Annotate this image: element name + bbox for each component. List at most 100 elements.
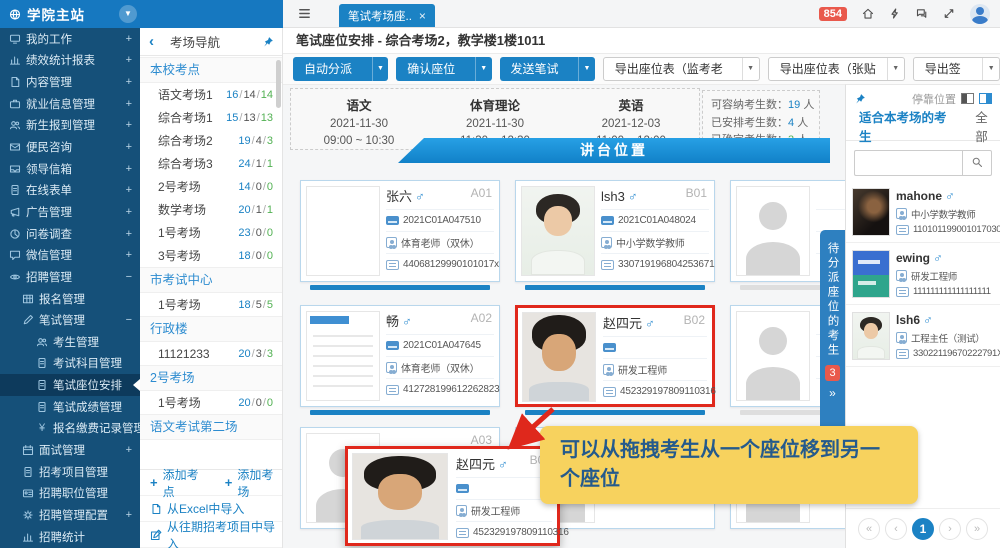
tab-fit-this-room[interactable]: 适合本考场的考生 [859, 107, 958, 145]
exam-card-icon [603, 343, 616, 352]
excel-file-icon [150, 503, 162, 515]
sidebar-item-content-mgmt[interactable]: 内容管理+ [0, 71, 140, 93]
room-item[interactable]: 综合考场219/4/3 [140, 129, 282, 152]
candidate-item-ewing[interactable]: ewing♂ 研发工程师 111111111111111111 [846, 243, 1000, 305]
file-icon [9, 76, 21, 88]
messages-icon[interactable] [916, 6, 928, 21]
sidebar-item-exam-subject-mgmt[interactable]: 考试科目管理 [0, 353, 140, 375]
room-item[interactable]: 综合考场115/13/13 [140, 106, 282, 129]
import-history-row[interactable]: 从往期招考项目中导入 [140, 522, 282, 548]
exam-card-icon [386, 216, 399, 225]
sidebar-item-exam-score-mgmt[interactable]: 笔试成绩管理 [0, 396, 140, 418]
sidebar-item-seat-arrangement[interactable]: 笔试座位安排 [0, 374, 140, 396]
male-icon: ♂ [645, 316, 655, 331]
room-item[interactable]: 1号考场20/0/0 [140, 391, 282, 414]
dock-right-icon[interactable] [979, 93, 992, 104]
dock-left-icon[interactable] [961, 93, 974, 104]
sidebar-item-recruit-position-mgmt[interactable]: 招聘职位管理 [0, 482, 140, 504]
notification-badge[interactable]: 854 [819, 7, 847, 21]
sidebar-item-payment-records[interactable]: ¥报名缴费记录管理 [0, 418, 140, 440]
page-first-button[interactable]: « [858, 518, 880, 540]
seat-card-a02[interactable]: A02 畅♂ 2021C01A047645 体育老师（双休） 412728199… [300, 305, 500, 415]
sidebar-item-freshman-registration[interactable]: 新生报到管理+ [0, 115, 140, 137]
candidate-name: 张六 [386, 189, 412, 204]
room-item[interactable]: 3号考场18/0/0 [140, 244, 282, 267]
room-item[interactable]: 2号考场14/0/0 [140, 175, 282, 198]
candidate-item-lsh6[interactable]: lsh6♂ 工程主任（测试） 33022119670222791X [846, 305, 1000, 367]
dragged-seat-card-b02[interactable]: B02 赵四元♂ 研发工程师 452329197809110316 [345, 446, 560, 546]
room-item[interactable]: 1号考场18/5/5 [140, 293, 282, 316]
sidebar-item-performance-reports[interactable]: 绩效统计报表+ [0, 50, 140, 72]
sidebar-item-employment-info[interactable]: 就业信息管理+ [0, 93, 140, 115]
page-last-button[interactable]: » [966, 518, 988, 540]
seat-card-b01[interactable]: B01 lsh3♂ 2021C01A048024 中小学数学教师 3307191… [515, 180, 715, 290]
job-icon [896, 270, 907, 281]
pin-icon[interactable] [854, 93, 866, 105]
mail-icon [9, 141, 21, 153]
sidebar-item-written-exam-mgmt[interactable]: 笔试管理− [0, 309, 140, 331]
page-next-button[interactable]: › [939, 518, 961, 540]
document-icon [36, 357, 48, 369]
pin-icon[interactable] [262, 36, 274, 48]
sidebar-item-my-work[interactable]: 我的工作+ [0, 28, 140, 50]
pending-candidates-tab[interactable]: 待分派座位的考生 3 » [820, 230, 845, 434]
room-item[interactable]: 语文考场116/14/14 [140, 83, 282, 106]
candidate-item-mahone[interactable]: mahone♂ 中小学数学教师 110101199001017030 [846, 181, 1000, 243]
idcard-icon [386, 260, 399, 270]
fullscreen-icon[interactable] [943, 6, 955, 21]
sidebar-item-candidate-mgmt[interactable]: 考生管理 [0, 331, 140, 353]
confirm-seats-button[interactable]: 确认座位安排▼ [396, 57, 491, 81]
search-button[interactable] [962, 150, 992, 176]
room-item[interactable]: 1号考场23/0/0 [140, 221, 282, 244]
export-invigilator-button[interactable]: 导出座位表（监考老师用）▼ [603, 57, 760, 81]
room-item[interactable]: 综合考场324/1/1 [140, 152, 282, 175]
sidebar-item-leader-mailbox[interactable]: 领导信箱+ [0, 158, 140, 180]
export-signin-button[interactable]: 导出签到表▼ [913, 57, 1000, 81]
sidebar-item-ads-mgmt[interactable]: 广告管理+ [0, 201, 140, 223]
sidebar-item-signup-mgmt[interactable]: 报名管理 [0, 288, 140, 310]
page-prev-button[interactable]: ‹ [885, 518, 907, 540]
auto-assign-button[interactable]: 自动分派考生▼ [293, 57, 388, 81]
export-post-button[interactable]: 导出座位表（张贴用）▼ [768, 57, 905, 81]
user-avatar[interactable] [970, 4, 990, 24]
idcard-icon [603, 387, 616, 397]
search-input[interactable] [854, 150, 962, 176]
open-tab[interactable]: 笔试考场座.. × [339, 4, 435, 27]
candidate-name: lsh3 [601, 189, 625, 204]
room-item[interactable]: 1112123320/3/3 [140, 342, 282, 365]
brand-collapse-button[interactable]: ▼ [119, 5, 137, 23]
job-icon [456, 505, 467, 516]
candidate-name: 赵四元 [603, 316, 642, 331]
sidebar-item-online-forms[interactable]: 在线表单+ [0, 179, 140, 201]
sidebar-item-recruit-config[interactable]: 招聘管理配置+ [0, 504, 140, 526]
seat-card-a01[interactable]: A01 张六♂ 2021C01A047510 体育老师（双休） 44068129… [300, 180, 500, 290]
job-icon [896, 208, 907, 219]
collapse-menu-icon[interactable] [297, 6, 312, 21]
send-notice-button[interactable]: 发送笔试通知▼ [500, 57, 595, 81]
room-item[interactable]: 数学考场20/1/1 [140, 198, 282, 221]
sidebar-item-public-consult[interactable]: 便民咨询+ [0, 136, 140, 158]
yen-icon: ¥ [36, 422, 48, 434]
sidebar-item-surveys[interactable]: 问卷调查+ [0, 223, 140, 245]
toolbar: 自动分派考生▼ 确认座位安排▼ 发送笔试通知▼ 导出座位表（监考老师用）▼ 导出… [283, 54, 1000, 85]
dock-position-label: 停靠位置 [912, 91, 956, 107]
close-tab-icon[interactable]: × [419, 9, 426, 23]
sidebar-item-recruit-project-mgmt[interactable]: 招考项目管理 [0, 461, 140, 483]
sidebar-item-recruit-stats[interactable]: 招聘统计 [0, 526, 140, 548]
add-exam-point-link[interactable]: 添加考点 [163, 466, 208, 500]
sidebar-item-interview-mgmt[interactable]: 面试管理+ [0, 439, 140, 461]
caret-down-icon: ▼ [475, 57, 492, 81]
home-icon[interactable] [862, 6, 874, 21]
tab-all[interactable]: 全部 [975, 107, 1000, 145]
scrollbar-thumb[interactable] [276, 60, 281, 108]
bolt-icon[interactable] [889, 6, 901, 21]
pending-count-badge: 3 [825, 365, 840, 381]
sidebar-item-recruitment-mgmt[interactable]: 招聘管理− [0, 266, 140, 288]
collapse-panel-icon[interactable]: ‹ [149, 33, 154, 50]
page-current[interactable]: 1 [912, 518, 934, 540]
add-exam-room-link[interactable]: 添加考场 [237, 466, 282, 500]
brand-area[interactable]: 学院主站 ▼ [0, 0, 283, 28]
pencil-icon [22, 314, 34, 326]
seat-card-b02-highlighted[interactable]: B02 赵四元♂ 研发工程师 452329197809110316 [515, 305, 715, 415]
sidebar-item-wechat-mgmt[interactable]: 微信管理+ [0, 244, 140, 266]
